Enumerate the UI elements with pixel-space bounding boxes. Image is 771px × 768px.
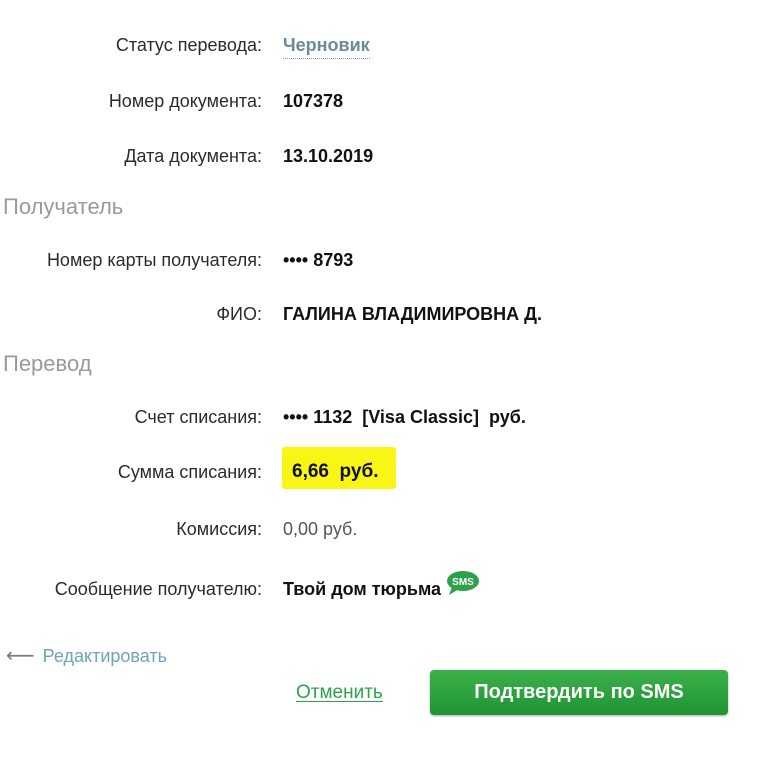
arrow-left-icon: ⟵ bbox=[6, 645, 35, 667]
sms-icon: SMS bbox=[447, 571, 479, 595]
field-value: •••• 1132 [Visa Classic] руб. bbox=[283, 407, 526, 427]
field-transfer-status: Статус перевода: Черновик bbox=[0, 30, 771, 60]
field-debit-amount: Сумма списания: 6,66 руб. bbox=[0, 447, 771, 489]
edit-link-label: Редактировать bbox=[42, 646, 168, 666]
field-label: Комиссия: bbox=[176, 519, 262, 539]
section-title-transfer: Перевод bbox=[3, 351, 92, 376]
field-value: 0,00 руб. bbox=[283, 519, 358, 539]
transfer-confirmation-page: Статус перевода: Черновик Номер документ… bbox=[0, 0, 771, 768]
field-label: ФИО: bbox=[216, 304, 262, 324]
field-label: Статус перевода: bbox=[115, 35, 262, 55]
field-value: 13.10.2019 bbox=[283, 146, 374, 166]
cancel-link[interactable]: Отменить bbox=[296, 679, 383, 707]
status-badge[interactable]: Черновик bbox=[283, 32, 370, 59]
amount-value: 6,66 руб. bbox=[292, 461, 379, 482]
field-recipient-name: ФИО: ГАЛИНА ВЛАДИМИРОВНА Д. bbox=[0, 299, 771, 329]
edit-link[interactable]: ⟵ Редактировать bbox=[6, 642, 167, 670]
field-label: Номер документа: bbox=[108, 91, 262, 111]
field-debit-account: Счет списания: •••• 1132 [Visa Classic] … bbox=[0, 402, 771, 432]
field-label: Сумма списания: bbox=[117, 462, 262, 482]
confirm-sms-button[interactable]: Подтвердить по SMS bbox=[430, 670, 728, 715]
field-recipient-card: Номер карты получателя: •••• 8793 bbox=[0, 245, 771, 275]
sms-icon-label: SMS bbox=[452, 577, 474, 588]
field-value: •••• 8793 bbox=[283, 250, 354, 270]
field-fee: Комиссия: 0,00 руб. bbox=[0, 514, 771, 544]
field-label: Номер карты получателя: bbox=[46, 250, 262, 270]
field-value: ГАЛИНА ВЛАДИМИРОВНА Д. bbox=[283, 304, 542, 324]
field-value: 107378 bbox=[283, 91, 344, 111]
field-document-number: Номер документа: 107378 bbox=[0, 86, 771, 116]
field-label: Счет списания: bbox=[134, 407, 262, 427]
section-title-recipient: Получатель bbox=[3, 194, 124, 219]
field-document-date: Дата документа: 13.10.2019 bbox=[0, 141, 771, 171]
field-value: Твой дом тюрьма bbox=[283, 579, 442, 599]
field-label: Дата документа: bbox=[124, 146, 262, 166]
field-recipient-message: Сообщение получателю: Твой дом тюрьма SM… bbox=[0, 571, 771, 604]
field-label: Сообщение получателю: bbox=[54, 579, 262, 599]
